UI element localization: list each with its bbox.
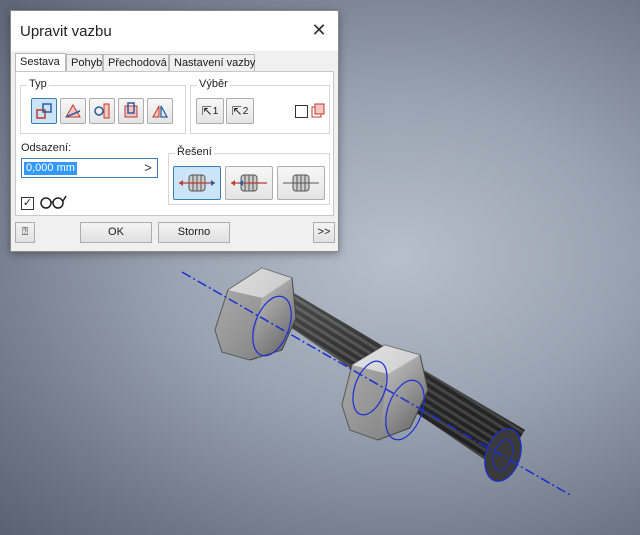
tab-panel-sestava: Typ Výběr ⇱ 1 ⇱ 2 Odsazení: 0,000 mm > Ř…: [15, 71, 334, 216]
type-group: Typ: [20, 78, 186, 134]
title-bar: Upravit vazbu ✕: [11, 11, 338, 51]
offset-label: Odsazení:: [21, 142, 72, 154]
flush-solution-button[interactable]: [225, 166, 273, 200]
tab-nastaveni-vazby[interactable]: Nastavení vazby: [169, 54, 255, 71]
constraint-axis-line: [181, 271, 573, 497]
first-occurrence-icon: [311, 103, 325, 118]
mate-solution-icon: [179, 174, 215, 192]
insert-button[interactable]: [118, 98, 144, 124]
selection-group-label: Výběr: [197, 78, 230, 90]
angle-button[interactable]: [60, 98, 86, 124]
type-group-label: Typ: [27, 78, 49, 90]
mate-solution-button[interactable]: [173, 166, 221, 200]
offset-menu-arrow[interactable]: >: [139, 159, 157, 177]
solution-group: Řešení: [168, 146, 330, 205]
first-selection-checkbox[interactable]: [295, 105, 308, 118]
select-2-button[interactable]: ⇱ 2: [226, 98, 254, 124]
select-cursor-icon: ⇱: [231, 104, 242, 118]
tangent-icon: [94, 103, 110, 119]
tab-sestava[interactable]: Sestava: [15, 53, 66, 72]
selection-group: Výběr ⇱ 1 ⇱ 2: [190, 78, 330, 134]
undirected-solution-icon: [283, 174, 319, 192]
angle-icon: [65, 104, 81, 118]
ok-button[interactable]: OK: [80, 222, 152, 243]
offset-value: 0,000 mm: [24, 162, 77, 175]
preview-checkbox[interactable]: ✓: [21, 197, 34, 210]
bolt-head: [214, 267, 297, 361]
mate-button[interactable]: [31, 98, 57, 124]
select-1-label: 1: [212, 105, 219, 117]
flush-solution-icon: [231, 174, 267, 192]
help-icon: ⍰: [21, 226, 29, 238]
bolt-model[interactable]: [181, 267, 573, 497]
glasses-icon: [40, 195, 67, 209]
solution-group-label: Řešení: [175, 146, 214, 158]
symmetry-icon: [152, 105, 169, 118]
help-button[interactable]: ⍰: [15, 222, 35, 243]
select-1-button[interactable]: ⇱ 1: [196, 98, 224, 124]
tab-prechodova[interactable]: Přechodová: [103, 54, 169, 71]
tab-pohyb[interactable]: Pohyb: [66, 54, 103, 71]
select-cursor-icon: ⇱: [201, 104, 212, 118]
tangent-button[interactable]: [89, 98, 115, 124]
offset-input[interactable]: 0,000 mm >: [21, 158, 158, 178]
dialog-title: Upravit vazbu: [20, 23, 112, 40]
more-button[interactable]: >>: [313, 222, 335, 243]
symmetry-button[interactable]: [147, 98, 173, 124]
undirected-solution-button[interactable]: [277, 166, 325, 200]
insert-icon: [124, 102, 138, 118]
edit-constraint-dialog: Upravit vazbu ✕ Sestava Pohyb Přechodová…: [10, 10, 339, 252]
close-icon[interactable]: ✕: [308, 19, 330, 41]
cancel-button[interactable]: Storno: [158, 222, 230, 243]
mate-icon: [36, 103, 52, 119]
select-2-label: 2: [242, 105, 249, 117]
